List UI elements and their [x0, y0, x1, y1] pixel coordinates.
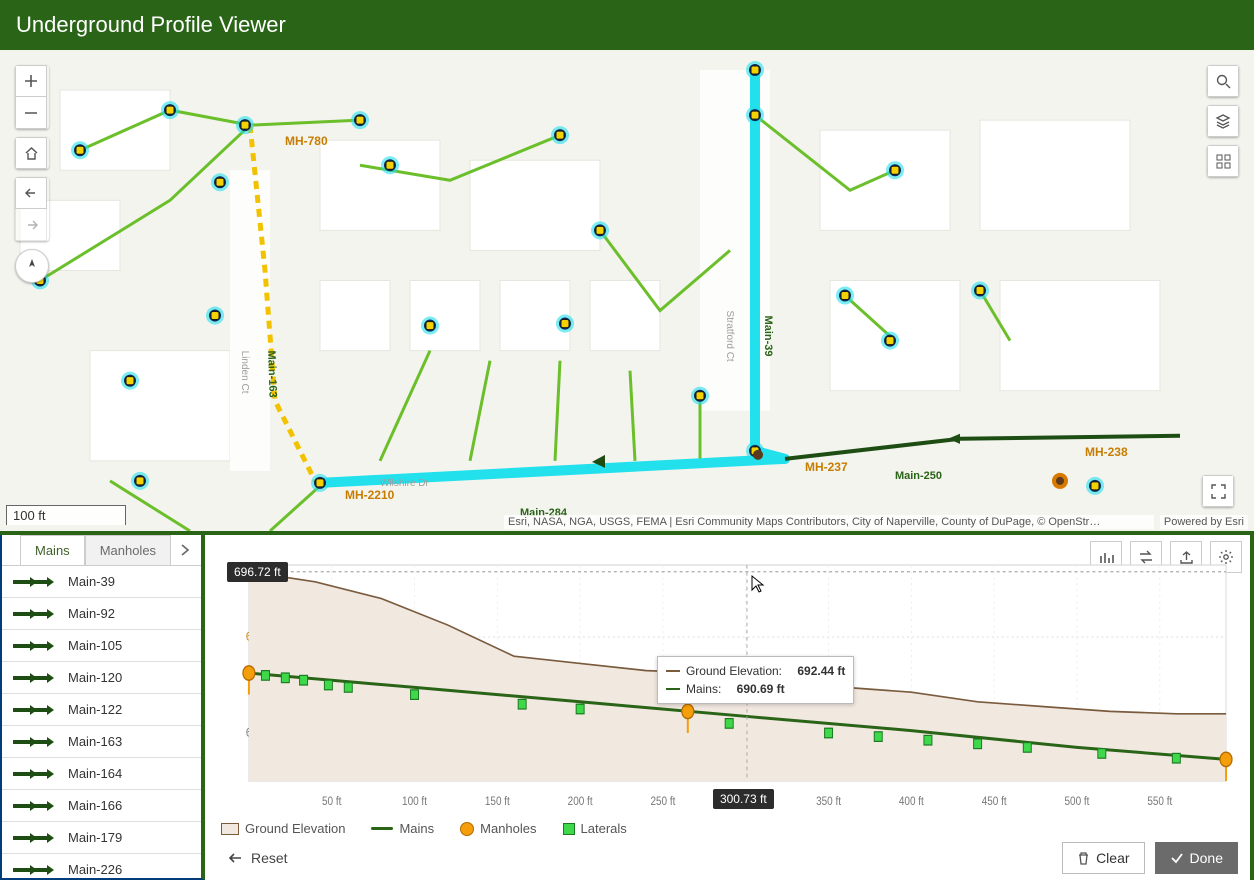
- chart-tooltip: Ground Elevation: 692.44 ft Mains: 690.6…: [657, 656, 854, 704]
- map-controls-right: [1207, 65, 1239, 177]
- svg-text:500 ft: 500 ft: [1065, 795, 1090, 808]
- profile-panel: 50 ft100 ft150 ft200 ft250 ft300 ft350 f…: [205, 535, 1250, 880]
- svg-text:Stratford Ct: Stratford Ct: [724, 311, 735, 362]
- hover-y-label: 696.72 ft: [227, 562, 288, 582]
- svg-text:550 ft: 550 ft: [1147, 795, 1172, 808]
- main-arrow-icon: [12, 735, 54, 749]
- main-arrow-icon: [12, 831, 54, 845]
- feature-sidebar: Mains Manholes Main-39 Main-92 Main-105 …: [0, 535, 205, 880]
- profile-footer: Reset Clear Done: [215, 836, 1240, 874]
- list-item[interactable]: Main-120: [2, 662, 201, 694]
- main-arrow-icon: [12, 639, 54, 653]
- fullscreen-button[interactable]: [1202, 475, 1234, 507]
- list-item-label: Main-164: [68, 766, 122, 781]
- compass-button[interactable]: [15, 249, 49, 283]
- list-item[interactable]: Main-164: [2, 758, 201, 790]
- next-extent-button[interactable]: [15, 209, 47, 241]
- list-item[interactable]: Main-226: [2, 854, 201, 878]
- tab-mains[interactable]: Mains: [20, 535, 85, 565]
- main-arrow-icon: [12, 767, 54, 781]
- svg-text:100 ft: 100 ft: [402, 795, 427, 808]
- svg-text:Main-163: Main-163: [265, 350, 279, 398]
- svg-text:MH-2210: MH-2210: [345, 488, 395, 502]
- sidebar-tabs: Mains Manholes: [2, 535, 201, 566]
- svg-text:350 ft: 350 ft: [816, 795, 841, 808]
- svg-text:50 ft: 50 ft: [322, 795, 341, 808]
- tab-manholes[interactable]: Manholes: [85, 535, 171, 565]
- chart-legend: Ground Elevation Mains Manholes Laterals: [215, 817, 1240, 836]
- list-item[interactable]: Main-163: [2, 726, 201, 758]
- list-item[interactable]: Main-166: [2, 790, 201, 822]
- prev-extent-button[interactable]: [15, 177, 47, 209]
- home-button[interactable]: [15, 137, 47, 169]
- list-item-label: Main-92: [68, 606, 115, 621]
- main-arrow-icon: [12, 671, 54, 685]
- legend-mains[interactable]: Mains: [371, 821, 434, 836]
- basemap-button[interactable]: [1207, 145, 1239, 177]
- map-controls-left: [15, 65, 49, 283]
- map-attribution: Esri, NASA, NGA, USGS, FEMA | Esri Commu…: [504, 515, 1154, 529]
- main-arrow-icon: [12, 799, 54, 813]
- app-header: Underground Profile Viewer: [0, 0, 1254, 50]
- list-item[interactable]: Main-179: [2, 822, 201, 854]
- svg-text:MH-238: MH-238: [1085, 445, 1128, 459]
- main-arrow-icon: [12, 575, 54, 589]
- svg-text:150 ft: 150 ft: [485, 795, 510, 808]
- layers-button[interactable]: [1207, 105, 1239, 137]
- svg-text:400 ft: 400 ft: [899, 795, 924, 808]
- done-button[interactable]: Done: [1155, 842, 1238, 874]
- svg-text:450 ft: 450 ft: [982, 795, 1007, 808]
- svg-text:250 ft: 250 ft: [650, 795, 675, 808]
- svg-text:MH-237: MH-237: [805, 460, 848, 474]
- reset-button[interactable]: Reset: [217, 844, 298, 872]
- scalebar: 100 ft: [6, 505, 126, 525]
- main-arrow-icon: [12, 607, 54, 621]
- main-arrow-icon: [12, 703, 54, 717]
- svg-text:200 ft: 200 ft: [568, 795, 593, 808]
- main-arrow-icon: [12, 863, 54, 877]
- svg-text:Linden Ct: Linden Ct: [239, 351, 250, 394]
- legend-laterals[interactable]: Laterals: [563, 821, 627, 836]
- list-item[interactable]: Main-122: [2, 694, 201, 726]
- list-item-label: Main-39: [68, 574, 115, 589]
- legend-manholes[interactable]: Manholes: [460, 821, 536, 836]
- list-item[interactable]: Main-92: [2, 598, 201, 630]
- zoom-out-button[interactable]: [15, 97, 47, 129]
- app-title: Underground Profile Viewer: [16, 12, 286, 38]
- search-button[interactable]: [1207, 65, 1239, 97]
- list-item[interactable]: Main-39: [2, 566, 201, 598]
- hover-x-label: 300.73 ft: [713, 789, 774, 809]
- list-item-label: Main-122: [68, 702, 122, 717]
- legend-ground[interactable]: Ground Elevation: [221, 821, 345, 836]
- list-item[interactable]: Main-105: [2, 630, 201, 662]
- svg-text:Main-39: Main-39: [762, 316, 774, 357]
- list-item-label: Main-120: [68, 670, 122, 685]
- powered-by-esri: Powered by Esri: [1160, 515, 1248, 529]
- clear-button[interactable]: Clear: [1062, 842, 1144, 874]
- zoom-in-button[interactable]: [15, 65, 47, 97]
- cursor-icon: [750, 574, 766, 599]
- list-item-label: Main-166: [68, 798, 122, 813]
- list-item-label: Main-163: [68, 734, 122, 749]
- svg-text:Wilshire Dr: Wilshire Dr: [380, 478, 430, 489]
- list-item-label: Main-179: [68, 830, 122, 845]
- svg-text:MH-780: MH-780: [285, 134, 328, 148]
- list-item-label: Main-226: [68, 862, 122, 877]
- svg-text:Main-250: Main-250: [895, 470, 942, 482]
- feature-list: Main-39 Main-92 Main-105 Main-120 Main-1…: [2, 566, 201, 878]
- tab-next-icon[interactable]: [171, 544, 199, 556]
- list-item-label: Main-105: [68, 638, 122, 653]
- map-view[interactable]: MH-780 MH-2210 MH-237 MH-238 Main-39 Mai…: [0, 50, 1254, 535]
